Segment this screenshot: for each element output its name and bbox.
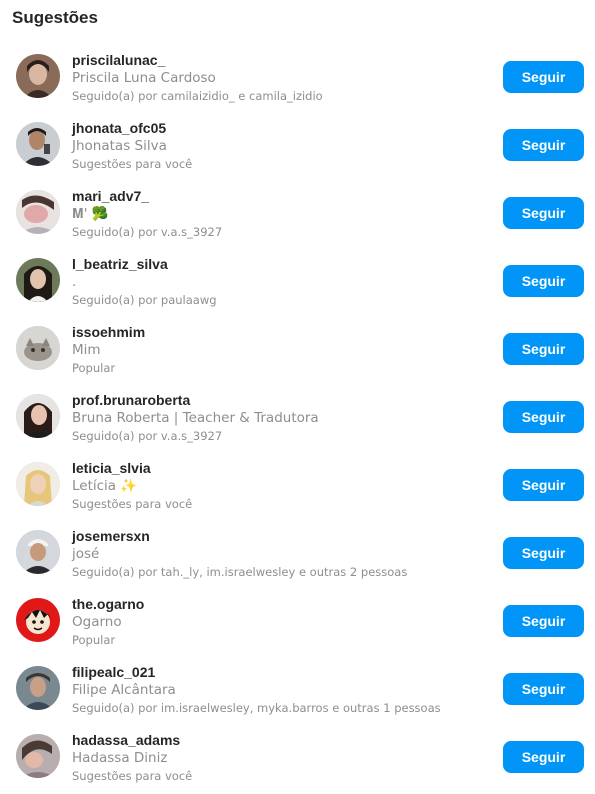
follow-button[interactable]: Seguir <box>503 61 584 93</box>
list-item: leticia_slvia Letícia ✨ Sugestões para v… <box>0 452 595 520</box>
full-name: Letícia ✨ <box>72 478 138 494</box>
avatar[interactable] <box>16 190 60 234</box>
username[interactable]: hadassa_adams <box>72 732 492 749</box>
list-item: mari_adv7_ 𝐌' 🥦 Seguido(a) por v.a.s_392… <box>0 180 595 248</box>
follow-button[interactable]: Seguir <box>503 537 584 569</box>
username[interactable]: mari_adv7_ <box>72 188 492 205</box>
username[interactable]: priscilalunac_ <box>72 52 492 69</box>
avatar[interactable] <box>16 462 60 506</box>
follow-button[interactable]: Seguir <box>503 401 584 433</box>
avatar[interactable] <box>16 666 60 710</box>
username[interactable]: issoehmim <box>72 324 492 341</box>
page-title: Sugestões <box>12 8 98 27</box>
list-item: priscilalunac_ Priscila Luna Cardoso Seg… <box>0 44 595 112</box>
avatar[interactable] <box>16 394 60 438</box>
avatar[interactable] <box>16 530 60 574</box>
list-item: issoehmim Mim Popular Seguir <box>0 316 595 384</box>
username[interactable]: filipealc_021 <box>72 664 492 681</box>
suggestion-reason: Seguido(a) por camilaizidio_ e camila_iz… <box>72 89 323 103</box>
avatar[interactable] <box>16 122 60 166</box>
username[interactable]: jhonata_ofc05 <box>72 120 492 137</box>
list-item: filipealc_021 Filipe Alcântara Seguido(a… <box>0 656 595 724</box>
username[interactable]: l_beatriz_silva <box>72 256 492 273</box>
full-name: . <box>72 274 77 290</box>
avatar[interactable] <box>16 734 60 778</box>
follow-button[interactable]: Seguir <box>503 469 584 501</box>
suggestion-reason: Sugestões para você <box>72 497 193 511</box>
avatar[interactable] <box>16 326 60 370</box>
full-name: Priscila Luna Cardoso <box>72 70 216 86</box>
suggestion-reason: Seguido(a) por im.israelwesley, myka.bar… <box>72 701 441 715</box>
follow-button[interactable]: Seguir <box>503 197 584 229</box>
avatar[interactable] <box>16 598 60 642</box>
full-name: josé <box>72 546 100 562</box>
list-item: josemersxn josé Seguido(a) por tah._ly, … <box>0 520 595 588</box>
follow-button[interactable]: Seguir <box>503 673 584 705</box>
full-name: Ogarno <box>72 614 122 630</box>
username[interactable]: the.ogarno <box>72 596 492 613</box>
follow-button[interactable]: Seguir <box>503 741 584 773</box>
avatar[interactable] <box>16 54 60 98</box>
username[interactable]: prof.brunaroberta <box>72 392 492 409</box>
list-item: jhonata_ofc05 Jhonatas Silva Sugestões p… <box>0 112 595 180</box>
full-name: Bruna Roberta | Teacher & Tradutora <box>72 410 319 426</box>
username[interactable]: leticia_slvia <box>72 460 492 477</box>
follow-button[interactable]: Seguir <box>503 265 584 297</box>
full-name: Mim <box>72 342 101 358</box>
suggestion-reason: Seguido(a) por v.a.s_3927 <box>72 429 223 443</box>
suggestion-reason: Sugestões para você <box>72 157 193 171</box>
follow-button[interactable]: Seguir <box>503 605 584 637</box>
full-name: Jhonatas Silva <box>72 138 167 154</box>
full-name: Hadassa Diniz <box>72 750 168 766</box>
avatar[interactable] <box>16 258 60 302</box>
full-name: Filipe Alcântara <box>72 682 176 698</box>
username[interactable]: josemersxn <box>72 528 492 545</box>
list-item: l_beatriz_silva . Seguido(a) por paulaaw… <box>0 248 595 316</box>
suggestion-reason: Seguido(a) por v.a.s_3927 <box>72 225 223 239</box>
full-name: 𝐌' 🥦 <box>72 206 109 222</box>
suggestion-reason: Seguido(a) por paulaawg <box>72 293 217 307</box>
suggestion-reason: Popular <box>72 633 116 647</box>
list-item: prof.brunaroberta Bruna Roberta | Teache… <box>0 384 595 452</box>
suggestion-reason: Popular <box>72 361 116 375</box>
list-item: the.ogarno Ogarno Popular Seguir <box>0 588 595 656</box>
suggestion-reason: Seguido(a) por tah._ly, im.israelwesley … <box>72 565 408 579</box>
suggestions-list: priscilalunac_ Priscila Luna Cardoso Seg… <box>0 44 595 792</box>
suggestion-reason: Sugestões para você <box>72 769 193 783</box>
list-item: hadassa_adams Hadassa Diniz Sugestões pa… <box>0 724 595 792</box>
follow-button[interactable]: Seguir <box>503 129 584 161</box>
follow-button[interactable]: Seguir <box>503 333 584 365</box>
